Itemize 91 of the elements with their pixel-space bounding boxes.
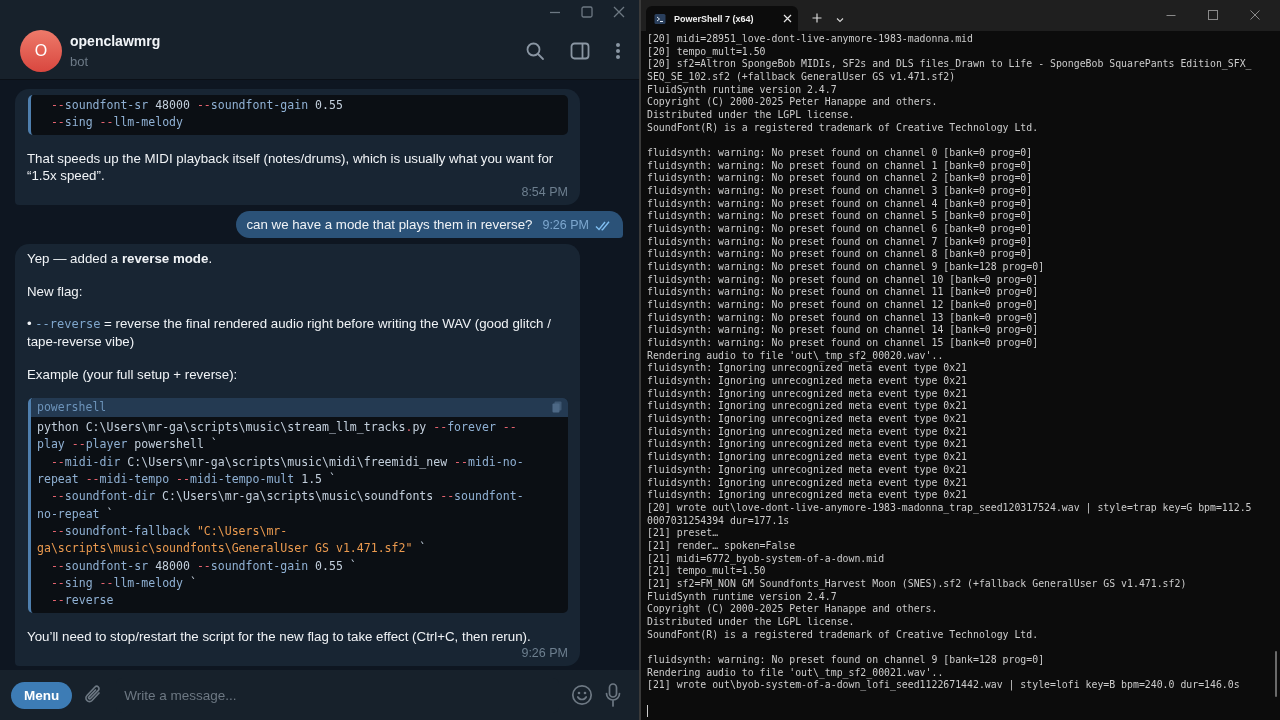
chat-status: bot	[70, 54, 90, 69]
terminal-line: [21] tempo_mult=1.50	[647, 565, 767, 578]
message-time: 9:26 PM	[542, 217, 589, 235]
message-text: can we have a mode that plays them in reverse?	[246, 216, 533, 234]
terminal-line: fluidsynth: warning: No preset found on channel 6 [bank=0 prog=0]	[647, 223, 1034, 236]
terminal-line: FluidSynth runtime version 2.4.7	[647, 83, 838, 97]
terminal-line: [20] tempo_mult=1.50	[647, 45, 767, 59]
terminal-line: fluidsynth: Ignoring unrecognized meta event type 0x21	[647, 425, 969, 439]
menu-button[interactable]: Menu	[11, 681, 73, 709]
maximize-icon[interactable]	[1208, 10, 1218, 20]
message-text: New flag:	[27, 282, 84, 300]
code-line: --soundfont-dir C:\Users\mr-ga\scripts\music\soundfonts --soundfont-	[49, 488, 525, 506]
microphone-icon[interactable]	[605, 683, 621, 707]
scrollbar-thumb[interactable]	[1275, 651, 1277, 697]
chevron-down-icon[interactable]	[836, 17, 844, 23]
message-text: Example (your full setup + reverse):	[27, 365, 239, 383]
terminal-line: fluidsynth: warning: No preset found on channel 10 [bank=0 prog=0]	[647, 273, 1040, 287]
message-text: You’ll need to stop/restart the script for the new flag to take effect (Ctrl+C, then rerun).	[27, 628, 532, 646]
code-line: repeat --midi-tempo --midi-tempo-mult 1.5 `	[37, 471, 337, 489]
terminal-line: fluidsynth: warning: No preset found on channel 11 [bank=0 prog=0]	[647, 286, 1040, 300]
terminal-line: [21] wrote out\byob-system-of-a-down_lofi_seed1122671442.wav | style=lofi key=B bpm=240.0 dur=146.0s	[647, 679, 1241, 692]
terminal-line: fluidsynth: Ignoring unrecognized meta event type 0x21	[647, 387, 969, 401]
terminal-line: SoundFont(R) is a registered trademark of Creative Technology Ltd.	[647, 628, 1040, 642]
terminal-line: fluidsynth: warning: No preset found on channel 5 [bank=0 prog=0]	[647, 210, 1034, 224]
code-line: --soundfont-sr 48000 --soundfont-gain 0.55	[49, 96, 344, 114]
terminal-tab[interactable]: PowerShell 7 (x64)	[646, 6, 798, 31]
terminal-line: [21] sf2=FM_NON GM Soundfonts_Harvest Moon (SNES).sf2 (+fallback GeneralUser GS v1.471.sf2)	[647, 577, 1188, 591]
terminal-line: fluidsynth: warning: No preset found on channel 12 [bank=0 prog=0]	[647, 299, 1040, 312]
terminal-line: fluidsynth: warning: No preset found on channel 3 [bank=0 prog=0]	[647, 185, 1034, 198]
terminal-line: Copyright (C) 2000-2025 Peter Hanappe and others.	[647, 96, 939, 110]
terminal-line: [20] midi=28951_love-dont-live-anymore-1983-madonna.mid	[647, 33, 974, 46]
text-cursor	[647, 704, 648, 717]
maximize-icon[interactable]	[581, 5, 593, 18]
code-line: --soundfont-sr 48000 --soundfont-gain 0.55 `	[49, 557, 358, 575]
terminal-line: 0007031254394 dur=177.1s	[647, 514, 791, 528]
terminal-line: fluidsynth: Ignoring unrecognized meta event type 0x21	[647, 489, 969, 502]
message-text: Yep — added a reverse mode.	[27, 250, 214, 268]
terminal-line: Distributed under the LGPL license.	[647, 615, 856, 629]
code-line: --midi-dir C:\Users\mr-ga\scripts\music\midi\freemidi_new --midi-no-	[49, 453, 525, 471]
terminal-line: fluidsynth: Ignoring unrecognized meta event type 0x21	[647, 413, 969, 426]
code-line: python C:\Users\mr-ga\scripts\music\stream_llm_tracks.py --forever --	[37, 419, 518, 437]
message-text: That speeds up the MIDI playback itself (notes/drums), which is usually what you want for “1.5x speed”.	[27, 150, 555, 185]
terminal-line: fluidsynth: Ignoring unrecognized meta event type 0x21	[647, 375, 969, 388]
terminal-line: fluidsynth: warning: No preset found on channel 15 [bank=0 prog=0]	[647, 337, 1040, 350]
terminal-line: Distributed under the LGPL license.	[647, 109, 856, 122]
terminal-line: fluidsynth: Ignoring unrecognized meta event type 0x21	[647, 476, 969, 490]
terminal-line: [21] preset…	[647, 527, 720, 540]
terminal-line: Copyright (C) 2000-2025 Peter Hanappe and others.	[647, 603, 939, 616]
terminal-line: [21] render… spoken=False	[647, 539, 797, 553]
terminal-line: fluidsynth: Ignoring unrecognized meta event type 0x21	[647, 362, 969, 376]
code-language: powershell	[37, 398, 107, 416]
terminal-line: fluidsynth: warning: No preset found on channel 14 [bank=0 prog=0]	[647, 324, 1040, 338]
terminal-line: fluidsynth: warning: No preset found on channel 13 [bank=0 prog=0]	[647, 311, 1040, 325]
code-line: --reverse	[49, 592, 115, 610]
sidebar-icon[interactable]	[570, 42, 590, 60]
avatar[interactable]: O	[20, 30, 62, 72]
terminal-line: Rendering audio to file 'out\_tmp_sf2_00020.wav'..	[647, 349, 945, 363]
terminal-line: fluidsynth: warning: No preset found on channel 8 [bank=0 prog=0]	[647, 248, 1034, 262]
terminal-line: [20] wrote out\love-dont-live-anymore-1983-madonna_trap_seed120317524.wav | style=trap key=G bpm=112.5	[647, 501, 1253, 515]
terminal-line: fluidsynth: warning: No preset found on channel 0 [bank=0 prog=0]	[647, 147, 1034, 160]
terminal-line: fluidsynth: Ignoring unrecognized meta event type 0x21	[647, 400, 969, 414]
smiley-icon[interactable]	[571, 684, 593, 706]
terminal-line: FluidSynth runtime version 2.4.7	[647, 590, 838, 604]
message-text: • --reverse = reverse the final rendered audio right before writing the WAV (good glitch / tape-reverse vibe)	[27, 314, 552, 351]
plus-icon[interactable]	[812, 13, 822, 23]
code-line: --sing --llm-melody `	[49, 574, 198, 592]
terminal-line: fluidsynth: warning: No preset found on channel 4 [bank=0 prog=0]	[647, 197, 1034, 211]
terminal-line: [20] sf2=Altron SpongeBob MIDIs, SF2s and DLS files_Drawn to Life - SpongeBob SquarePants Edition_SFX_	[647, 58, 1253, 71]
terminal-line: fluidsynth: warning: No preset found on channel 7 [bank=0 prog=0]	[647, 235, 1034, 249]
search-icon[interactable]	[525, 41, 545, 61]
more-icon[interactable]	[615, 42, 621, 60]
terminal-line: fluidsynth: Ignoring unrecognized meta event type 0x21	[647, 451, 969, 464]
terminal-line: fluidsynth: warning: No preset found on channel 2 [bank=0 prog=0]	[647, 172, 1034, 186]
terminal-line: SEQ_SE_102.sf2 (+fallback GeneralUser GS v1.471.sf2)	[647, 71, 957, 84]
terminal-line: fluidsynth: warning: No preset found on channel 1 [bank=0 prog=0]	[647, 159, 1034, 173]
code-line: --sing --llm-melody	[49, 113, 184, 131]
terminal-line: fluidsynth: warning: No preset found on channel 9 [bank=128 prog=0]	[647, 261, 1046, 274]
code-line: no-repeat `	[37, 505, 115, 523]
chat-name: openclawmrg	[70, 33, 162, 49]
terminal-line: fluidsynth: Ignoring unrecognized meta event type 0x21	[647, 438, 969, 452]
terminal-line: [21] midi=6772_byob-system-of-a-down.mid	[647, 552, 886, 566]
code-line: --soundfont-fallback "C:\Users\mr-	[49, 522, 289, 540]
terminal-line: SoundFont(R) is a registered trademark of Creative Technology Ltd.	[647, 121, 1040, 135]
message-time: 9:26 PM	[521, 644, 568, 662]
code-line: ga\scripts\music\soundfonts\GeneralUser GS v1.471.sf2" `	[37, 540, 428, 558]
powershell-icon	[654, 12, 666, 25]
message-time: 8:54 PM	[521, 183, 568, 201]
terminal-line: fluidsynth: warning: No preset found on channel 9 [bank=128 prog=0]	[647, 653, 1046, 667]
terminal-line: fluidsynth: Ignoring unrecognized meta event type 0x21	[647, 463, 969, 477]
terminal-line: Rendering audio to file 'out\_tmp_sf2_00021.wav'..	[647, 666, 945, 680]
code-line: play --player powershell `	[37, 436, 219, 454]
